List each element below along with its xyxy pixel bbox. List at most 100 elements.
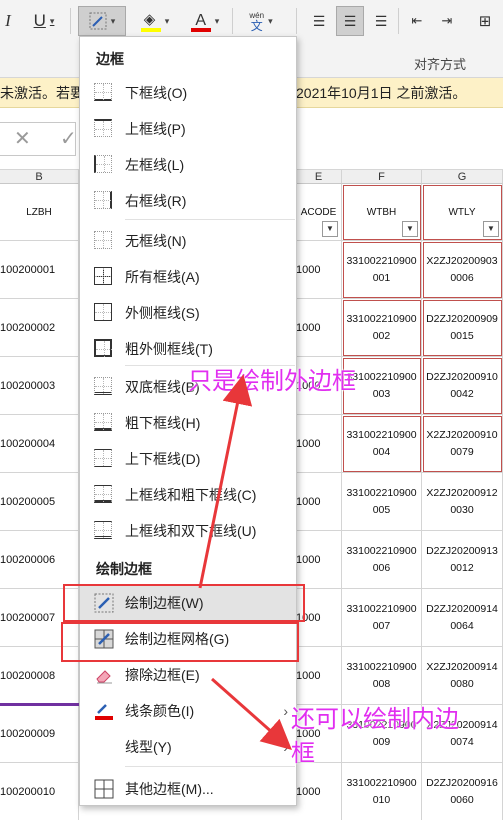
table-cell-g-text: D2ZJ20200916 0060 bbox=[426, 776, 498, 806]
cancel-icon[interactable]: ✕ bbox=[14, 126, 31, 151]
align-right-icon: ☰ bbox=[374, 12, 388, 29]
menu-item-top-bottom-border[interactable]: 上下框线(D) bbox=[80, 441, 296, 477]
table-cell-b[interactable]: 100200009 bbox=[0, 705, 79, 763]
table-cell-e-text: 1000 bbox=[296, 553, 321, 566]
menu-item-more-borders[interactable]: 其他边框(M)... bbox=[80, 771, 296, 807]
menu-item-top-border[interactable]: 上框线(P) bbox=[80, 111, 296, 147]
table-cell-b[interactable]: 100200005 bbox=[0, 473, 79, 531]
table-cell-b[interactable]: 100200010 bbox=[0, 763, 79, 820]
table-cell-b[interactable]: 100200003 bbox=[0, 357, 79, 415]
header-cell-b[interactable]: LZBH bbox=[0, 184, 79, 241]
confirm-icon[interactable]: ✓ bbox=[60, 126, 77, 151]
line-color-icon bbox=[94, 701, 114, 721]
chevron-down-icon: ▾ bbox=[164, 15, 170, 26]
table-cell-e[interactable]: 1000 bbox=[296, 241, 342, 299]
table-cell-g[interactable]: X2ZJ20200912 0030 bbox=[422, 473, 503, 531]
left-border-icon bbox=[94, 155, 114, 175]
table-cell-f-text: 331002210900 006 bbox=[346, 544, 417, 574]
column-header-b[interactable]: B bbox=[0, 170, 79, 184]
underline-button[interactable]: U ▾ bbox=[24, 6, 64, 36]
menu-item-label: 擦除边框(E) bbox=[125, 667, 200, 683]
table-cell-g[interactable]: D2ZJ20200909 0015 bbox=[422, 299, 503, 357]
table-cell-f[interactable]: 331002210900 001 bbox=[342, 241, 422, 299]
menu-item-thick-outside-borders[interactable]: 粗外侧框线(T) bbox=[80, 331, 296, 367]
menu-item-no-border[interactable]: 无框线(N) bbox=[80, 223, 296, 259]
decrease-indent-button[interactable]: ⇤ bbox=[404, 6, 430, 36]
filter-dropdown-icon[interactable]: ▼ bbox=[483, 221, 499, 237]
table-cell-b[interactable]: 100200004 bbox=[0, 415, 79, 473]
right-border-icon bbox=[94, 191, 114, 211]
menu-item-label: 下框线(O) bbox=[125, 85, 188, 101]
table-cell-g[interactable]: X2ZJ20200914 0080 bbox=[422, 647, 503, 705]
menu-item-thick-bottom-border[interactable]: 粗下框线(H) bbox=[80, 405, 296, 441]
header-cell-g[interactable]: WTLY ▼ bbox=[422, 184, 503, 241]
table-cell-e[interactable]: 1000 bbox=[296, 647, 342, 705]
chevron-down-icon: ▾ bbox=[110, 15, 116, 26]
menu-item-bottom-border[interactable]: 下框线(O) bbox=[80, 75, 296, 111]
table-cell-g[interactable]: X2ZJ20200903 0006 bbox=[422, 241, 503, 299]
table-cell-b[interactable]: 100200001 bbox=[0, 241, 79, 299]
top-bottom-border-icon bbox=[94, 449, 114, 469]
table-cell-e[interactable]: 1000 bbox=[296, 415, 342, 473]
fill-color-button[interactable]: ◈ ▾ bbox=[134, 6, 176, 36]
font-color-button[interactable]: A ▾ bbox=[184, 6, 226, 36]
align-left-button[interactable]: ☰ bbox=[306, 6, 332, 36]
column-header-f[interactable]: F bbox=[342, 170, 422, 184]
menu-item-line-style[interactable]: 线型(Y) › bbox=[80, 729, 296, 765]
table-cell-e-text: 1000 bbox=[296, 263, 321, 276]
table-cell-g[interactable]: D2ZJ20200916 0060 bbox=[422, 763, 503, 820]
italic-button[interactable]: I bbox=[0, 6, 16, 36]
table-cell-g-text: D2ZJ20200914 0064 bbox=[426, 602, 498, 632]
menu-item-top-double-bottom-border[interactable]: 上框线和双下框线(U) bbox=[80, 513, 296, 549]
table-cell-g-text: X2ZJ20200914 0080 bbox=[426, 660, 498, 690]
alignment-group-label: 对齐方式 bbox=[414, 57, 467, 72]
table-cell-b[interactable]: 100200006 bbox=[0, 531, 79, 589]
table-cell-f[interactable]: 331002210900 005 bbox=[342, 473, 422, 531]
table-cell-g[interactable]: D2ZJ20200910 0042 bbox=[422, 357, 503, 415]
align-center-button[interactable]: ☰ bbox=[336, 6, 364, 36]
table-cell-f[interactable]: 331002210900 002 bbox=[342, 299, 422, 357]
phonetic-button[interactable]: wén 文 ▾ bbox=[240, 6, 282, 36]
table-cell-f[interactable]: 331002210900 008 bbox=[342, 647, 422, 705]
increase-indent-icon: ⇥ bbox=[441, 13, 453, 28]
table-cell-e[interactable]: 1000 bbox=[296, 299, 342, 357]
filter-dropdown-icon[interactable]: ▼ bbox=[322, 221, 338, 237]
table-cell-f[interactable]: 331002210900 010 bbox=[342, 763, 422, 820]
menu-item-line-color[interactable]: 线条颜色(I) › bbox=[80, 693, 296, 729]
table-cell-f-text: 331002210900 010 bbox=[346, 776, 417, 806]
menu-item-all-borders[interactable]: 所有框线(A) bbox=[80, 259, 296, 295]
menu-item-label: 粗下框线(H) bbox=[125, 415, 201, 431]
table-cell-g[interactable]: X2ZJ20200910 0079 bbox=[422, 415, 503, 473]
filter-dropdown-icon[interactable]: ▼ bbox=[402, 221, 418, 237]
column-header-e[interactable]: E bbox=[296, 170, 342, 184]
table-cell-e[interactable]: 1000 bbox=[296, 763, 342, 820]
table-cell-f[interactable]: 331002210900 004 bbox=[342, 415, 422, 473]
border-dropdown-button[interactable]: ▾ bbox=[78, 6, 126, 36]
column-header-g[interactable]: G bbox=[422, 170, 503, 184]
menu-item-outside-borders[interactable]: 外侧框线(S) bbox=[80, 295, 296, 331]
menu-item-label: 上框线和双下框线(U) bbox=[125, 523, 257, 539]
menu-item-top-thick-bottom-border[interactable]: 上框线和粗下框线(C) bbox=[80, 477, 296, 513]
thick-outside-borders-icon bbox=[94, 339, 114, 359]
table-cell-f[interactable]: 331002210900 007 bbox=[342, 589, 422, 647]
menu-item-label: 无框线(N) bbox=[125, 233, 187, 249]
header-cell-f[interactable]: WTBH ▼ bbox=[342, 184, 422, 241]
table-cell-e[interactable]: 1000 bbox=[296, 473, 342, 531]
menu-item-erase-border[interactable]: 擦除边框(E) bbox=[80, 657, 296, 693]
table-cell-f-text: 331002210900 007 bbox=[346, 602, 417, 632]
menu-item-label: 上框线和粗下框线(C) bbox=[125, 487, 257, 503]
menu-item-label: 其他边框(M)... bbox=[125, 781, 214, 797]
menu-item-left-border[interactable]: 左框线(L) bbox=[80, 147, 296, 183]
table-cell-f[interactable]: 331002210900 006 bbox=[342, 531, 422, 589]
align-right-button[interactable]: ☰ bbox=[368, 6, 394, 36]
menu-section-borders: 边框 bbox=[96, 51, 124, 67]
table-cell-g[interactable]: D2ZJ20200914 0064 bbox=[422, 589, 503, 647]
menu-item-right-border[interactable]: 右框线(R) bbox=[80, 183, 296, 219]
increase-indent-button[interactable]: ⇥ bbox=[434, 6, 460, 36]
header-cell-e[interactable]: ACODE ▼ bbox=[296, 184, 342, 241]
merge-center-button[interactable]: ⊞ bbox=[470, 6, 500, 36]
table-cell-e-text: 1000 bbox=[296, 785, 321, 798]
table-cell-b[interactable]: 100200002 bbox=[0, 299, 79, 357]
table-cell-g[interactable]: D2ZJ20200913 0012 bbox=[422, 531, 503, 589]
table-cell-e[interactable]: 1000 bbox=[296, 531, 342, 589]
